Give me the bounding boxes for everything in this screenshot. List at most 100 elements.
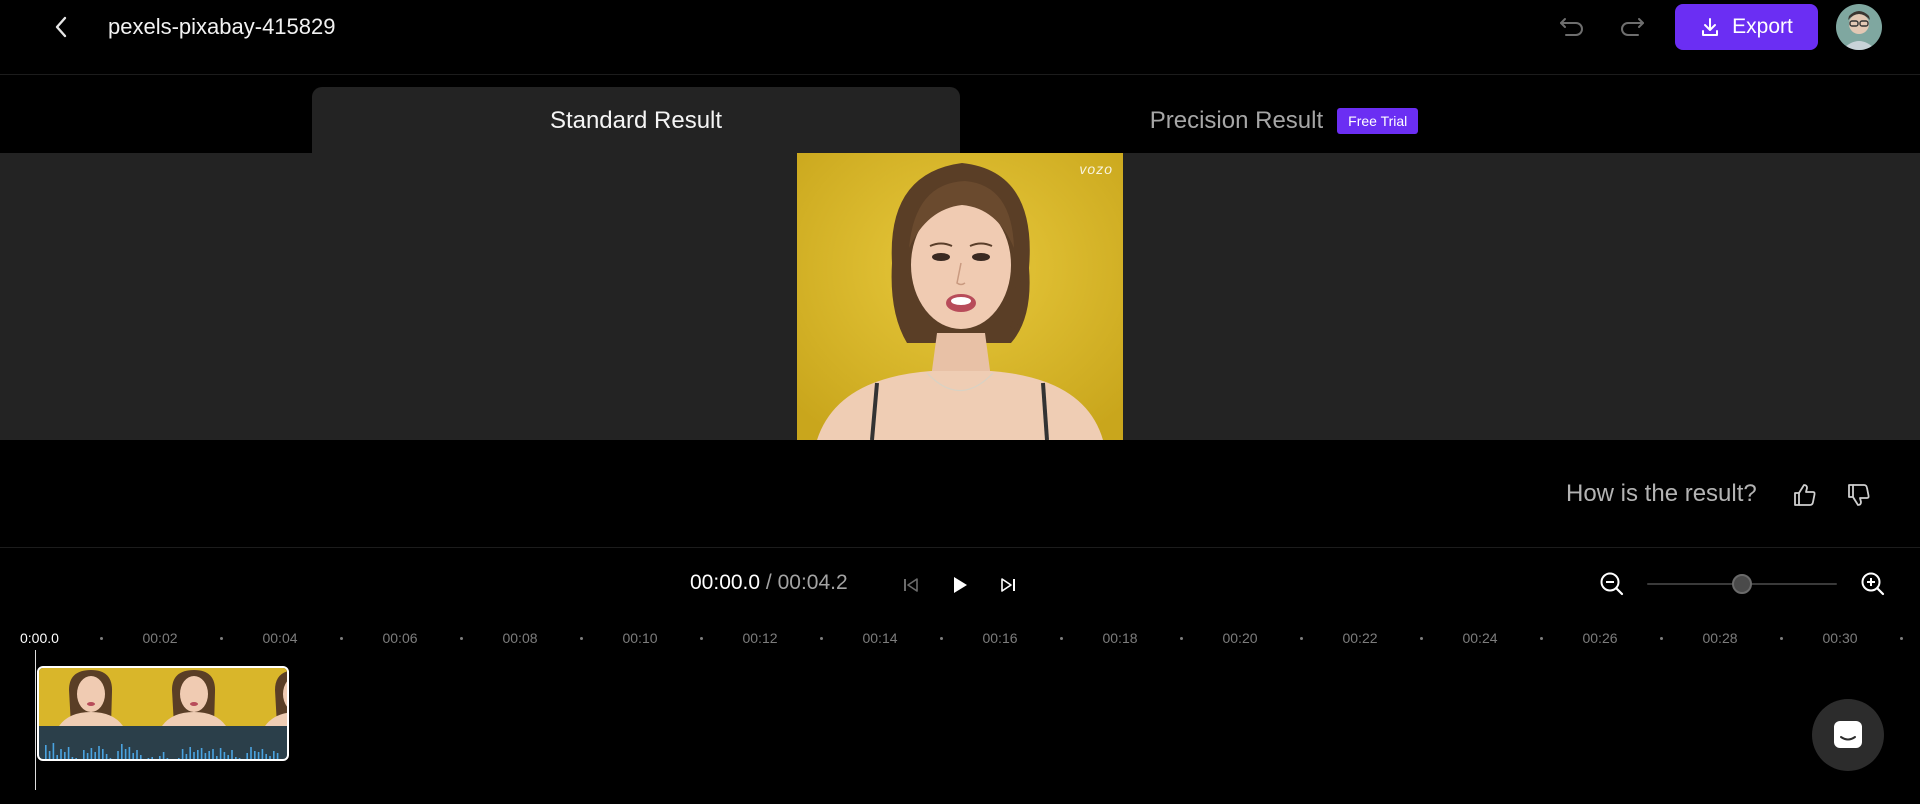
- waveform-bar: [102, 749, 104, 759]
- waveform-bar: [261, 749, 264, 759]
- thumbs-up-button[interactable]: [1788, 478, 1822, 512]
- divider: [0, 547, 1920, 548]
- playhead[interactable]: [35, 650, 36, 790]
- ruler-tick-dot: [1420, 637, 1423, 640]
- redo-button[interactable]: [1616, 12, 1648, 42]
- waveform-bar: [136, 750, 138, 759]
- waveform-bar: [257, 752, 260, 759]
- waveform-bar: [94, 752, 96, 759]
- clip-thumbnails: [39, 668, 287, 726]
- waveform-bar: [269, 756, 271, 759]
- timeline-ruler[interactable]: 0:00.0 00:02 00:04 00:06 00:08 00:10 00:12 00:…: [0, 628, 1920, 652]
- ruler-tick-label: 00:10: [622, 630, 658, 646]
- waveform-bar: [151, 757, 153, 759]
- tab-precision-result[interactable]: Precision Result Free Trial: [960, 87, 1608, 155]
- waveform-bar: [204, 753, 207, 759]
- ruler-tick-label: 00:26: [1582, 630, 1618, 646]
- zoom-slider-handle[interactable]: [1732, 574, 1752, 594]
- waveform-bar: [52, 743, 55, 759]
- user-avatar[interactable]: [1836, 4, 1882, 50]
- waveform-bar: [60, 749, 62, 759]
- ruler-tick-dot: [220, 637, 223, 640]
- export-button[interactable]: Export: [1675, 4, 1818, 50]
- vozo-watermark: vozo: [1079, 161, 1113, 177]
- waveform-bar: [212, 749, 214, 759]
- waveform-bar: [113, 759, 115, 761]
- waveform-bar: [140, 755, 142, 759]
- redo-icon: [1621, 18, 1644, 36]
- waveform-bar: [265, 754, 267, 759]
- waveform-bar: [219, 748, 222, 759]
- waveform-bar: [48, 751, 51, 759]
- waveform-bar: [83, 750, 85, 759]
- undo-button[interactable]: [1556, 12, 1588, 42]
- waveform-bar: [185, 754, 188, 759]
- chevron-left-icon: [55, 16, 67, 38]
- waveform-bar: [181, 749, 184, 759]
- waveform-bar: [254, 751, 256, 759]
- waveform-bar: [200, 748, 203, 759]
- waveform-bar: [243, 759, 245, 761]
- total-time: 00:04.2: [777, 571, 848, 594]
- ruler-tick-label: 00:02: [142, 630, 178, 646]
- waveform-bar: [276, 753, 279, 759]
- waveform-bar: [174, 759, 176, 761]
- video-preview[interactable]: vozo: [797, 153, 1123, 440]
- audio-waveform: [45, 743, 279, 761]
- waveform-bar: [250, 747, 252, 759]
- waveform-bar: [189, 747, 191, 759]
- ruler-tick-dot: [1180, 637, 1183, 640]
- ruler-tick-dot: [1300, 637, 1303, 640]
- waveform-bar: [56, 755, 58, 759]
- waveform-bar: [159, 756, 161, 759]
- waveform-bar: [132, 753, 134, 759]
- tab-standard-result[interactable]: Standard Result: [312, 87, 960, 155]
- waveform-bar: [273, 751, 275, 759]
- ruler-tick-label: 00:04: [262, 630, 298, 646]
- skip-forward-icon: [1001, 578, 1015, 592]
- ruler-tick-label: 00:12: [742, 630, 778, 646]
- skip-back-button[interactable]: [896, 570, 926, 600]
- waveform-bar: [45, 745, 47, 759]
- project-title: pexels-pixabay-415829: [108, 14, 336, 39]
- waveform-bar: [98, 746, 100, 759]
- skip-forward-button[interactable]: [993, 570, 1023, 600]
- ruler-tick-label: 00:20: [1222, 630, 1258, 646]
- chat-icon: [1834, 721, 1862, 748]
- waveform-bar: [231, 750, 233, 759]
- play-icon: [954, 577, 967, 593]
- zoom-in-button[interactable]: [1857, 568, 1889, 600]
- ruler-tick-dot: [1540, 637, 1543, 640]
- chat-support-button[interactable]: [1812, 699, 1884, 771]
- waveform-bar: [71, 757, 74, 759]
- waveform-bar: [124, 749, 127, 759]
- waveform-bar: [223, 752, 226, 759]
- back-button[interactable]: [46, 12, 76, 42]
- zoom-out-button[interactable]: [1596, 568, 1628, 600]
- thumbs-down-button[interactable]: [1842, 478, 1876, 512]
- video-clip[interactable]: [37, 666, 289, 761]
- waveform-bar: [197, 750, 199, 759]
- ruler-tick-label: 00:24: [1462, 630, 1498, 646]
- free-trial-badge: Free Trial: [1337, 108, 1419, 134]
- waveform-bar: [166, 758, 169, 759]
- ruler-tick-label: 00:28: [1702, 630, 1738, 646]
- tab-precision-label: Precision Result: [1149, 107, 1324, 134]
- feedback-question: How is the result?: [1566, 480, 1757, 507]
- time-display: 00:00.0 / 00:04.2: [690, 571, 848, 594]
- waveform-bar: [67, 747, 70, 759]
- thumbs-down-icon: [1848, 484, 1870, 506]
- ruler-tick-label: 00:30: [1822, 630, 1858, 646]
- waveform-bar: [178, 758, 180, 759]
- play-button[interactable]: [945, 570, 975, 600]
- ruler-tick-dot: [1780, 637, 1783, 640]
- tab-standard-label: Standard Result: [549, 107, 723, 134]
- ruler-tick-label: 00:14: [862, 630, 898, 646]
- thumbs-up-icon: [1794, 484, 1816, 506]
- current-time: 00:00.0: [690, 571, 761, 594]
- clip-thumbnail: [39, 668, 142, 726]
- waveform-bar: [208, 751, 210, 759]
- waveform-bar: [105, 754, 108, 759]
- video-frame-image: [797, 153, 1123, 440]
- ruler-tick-label: 00:06: [382, 630, 418, 646]
